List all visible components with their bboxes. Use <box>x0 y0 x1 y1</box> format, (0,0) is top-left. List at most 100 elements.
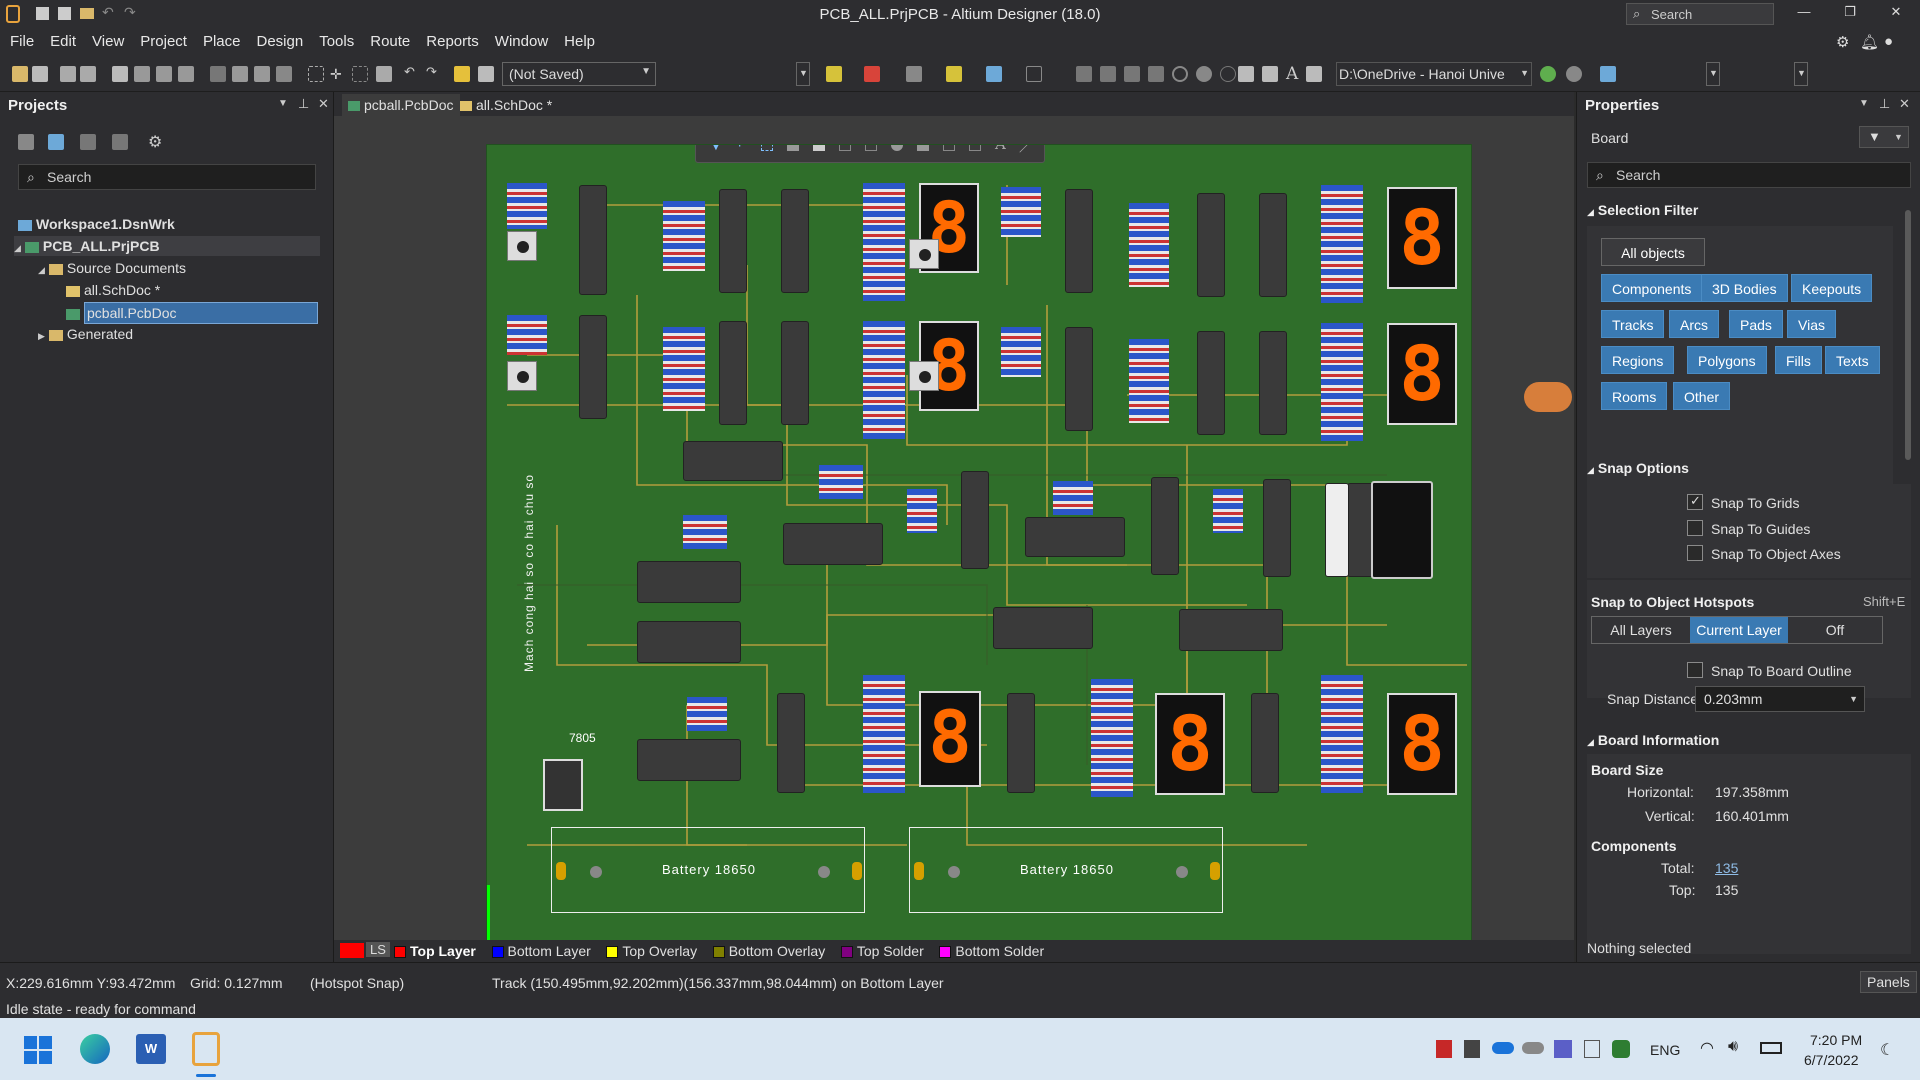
ic-dip[interactable] <box>783 523 883 565</box>
resistor-array[interactable] <box>507 315 547 355</box>
resistor-array[interactable] <box>663 327 705 411</box>
ic-dip[interactable] <box>719 189 747 293</box>
save-project-icon[interactable] <box>18 134 34 150</box>
menu-edit[interactable]: Edit <box>42 28 84 56</box>
ic-dip[interactable] <box>579 315 607 419</box>
filter-3d-bodies[interactable]: 3D Bodies <box>1701 274 1788 302</box>
filter-fills[interactable]: Fills <box>1775 346 1822 374</box>
seven-segment-display[interactable]: 8 <box>1387 693 1457 795</box>
diff-route-icon[interactable] <box>865 145 877 151</box>
resistor-array[interactable] <box>683 515 727 549</box>
layer-tab-top-layer[interactable]: Top Layer <box>390 940 482 962</box>
resistor-array[interactable] <box>1001 187 1041 237</box>
tree-workspace[interactable]: Workspace1.DsnWrk <box>18 214 175 234</box>
menu-tools[interactable]: Tools <box>311 28 362 56</box>
multi-route-icon[interactable] <box>1148 66 1164 82</box>
header-connector[interactable] <box>1371 481 1433 579</box>
deselect-icon[interactable] <box>352 66 368 82</box>
zoom-area-icon[interactable] <box>134 66 150 82</box>
ic-dip[interactable] <box>1263 479 1291 577</box>
ic-dip[interactable] <box>1151 477 1179 575</box>
filter-clear-icon[interactable] <box>376 66 392 82</box>
ic-dip[interactable] <box>637 739 741 781</box>
ic-dip[interactable] <box>1025 517 1125 557</box>
filter-rooms[interactable]: Rooms <box>1601 382 1668 410</box>
settings-gear-icon[interactable]: ⚙ <box>148 132 164 151</box>
ic-dip[interactable] <box>1197 193 1225 297</box>
language-indicator[interactable]: ENG <box>1650 1042 1680 1058</box>
menu-route[interactable]: Route <box>362 28 418 56</box>
add-icon[interactable]: + <box>735 145 744 153</box>
tab-pcball-pcbdoc[interactable]: pcball.PcbDoc <box>342 94 460 116</box>
filter-components[interactable]: Components <box>1601 274 1703 302</box>
resistor-array[interactable] <box>1129 203 1169 287</box>
text-tool-icon[interactable]: A <box>995 145 1006 153</box>
grid-icon[interactable] <box>1026 66 1042 82</box>
ic-dip[interactable] <box>719 321 747 425</box>
snap-board-outline-checkbox[interactable] <box>1687 662 1703 678</box>
windows-start-icon[interactable] <box>24 1036 52 1064</box>
tab-all-schdoc[interactable]: all.SchDoc * <box>454 94 558 116</box>
snap-options-title[interactable]: ◢ Snap Options <box>1587 460 1689 476</box>
string-icon[interactable]: A <box>1286 64 1302 84</box>
snap-to-object-axes-checkbox[interactable] <box>1687 545 1703 561</box>
component-tool-icon[interactable] <box>813 145 825 151</box>
compile-icon[interactable] <box>48 134 64 150</box>
project-options-icon[interactable] <box>80 134 96 150</box>
resistor-array[interactable] <box>1053 481 1093 515</box>
menu-place[interactable]: Place <box>195 28 249 56</box>
ic-dip[interactable] <box>777 693 805 793</box>
filter-pads[interactable]: Pads <box>1729 310 1783 338</box>
seven-segment-display[interactable]: 8 <box>1155 693 1225 795</box>
ic-dip[interactable] <box>781 189 809 293</box>
properties-scrollbar[interactable] <box>1905 210 1911 460</box>
projects-search-input[interactable]: ⌕ Search <box>18 164 316 190</box>
edge-browser-icon[interactable] <box>80 1034 110 1064</box>
pin-icon[interactable]: ⊥ <box>298 96 309 112</box>
resistor-array[interactable] <box>1213 489 1243 533</box>
open-project-icon[interactable] <box>112 134 128 150</box>
save-icon[interactable] <box>36 7 49 20</box>
layer-tab-top-solder[interactable]: Top Solder <box>837 940 930 962</box>
tree-generated[interactable]: ▶ Generated <box>38 324 133 344</box>
resistor-array[interactable] <box>1129 339 1169 423</box>
pad-icon[interactable] <box>1196 66 1212 82</box>
back-icon[interactable] <box>1540 66 1556 82</box>
seven-segment-display[interactable]: 8 <box>1387 323 1457 425</box>
toolbar-dropdown-a[interactable]: ▼ <box>1706 62 1720 86</box>
undo-toolbar-icon[interactable]: ↶ <box>404 64 420 80</box>
current-layer-swatch[interactable] <box>340 943 364 958</box>
notifications-icon[interactable]: 🔔︎ <box>1860 33 1879 51</box>
push-button[interactable] <box>909 239 939 269</box>
save-toolbar-icon[interactable] <box>32 66 48 82</box>
paste-icon[interactable] <box>254 66 270 82</box>
panel-close-icon[interactable]: ✕ <box>318 96 329 112</box>
menu-reports[interactable]: Reports <box>418 28 487 56</box>
resistor-array[interactable] <box>863 675 905 793</box>
battery-holder[interactable]: Battery 18650 <box>551 827 865 913</box>
resistor-array[interactable] <box>1321 675 1363 793</box>
ic-dip[interactable] <box>637 621 741 663</box>
tree-schdoc[interactable]: all.SchDoc * <box>66 280 160 300</box>
pcb-board[interactable]: ▼ + A ／ 8 8 8 8 8 8 8 <box>486 144 1472 952</box>
route-interactive-icon[interactable] <box>826 66 842 82</box>
resistor-array[interactable] <box>1091 679 1133 797</box>
resistor-array[interactable] <box>863 321 905 439</box>
rubber-stamp-icon[interactable] <box>276 66 292 82</box>
variants-icon[interactable] <box>478 66 494 82</box>
print-icon[interactable] <box>60 66 76 82</box>
ic-dip[interactable] <box>1259 331 1287 435</box>
filter-texts[interactable]: Texts <box>1825 346 1880 374</box>
layer-tab-bottom-overlay[interactable]: Bottom Overlay <box>709 940 831 962</box>
ic-dip[interactable] <box>1197 331 1225 435</box>
zoom-fit-icon[interactable] <box>112 66 128 82</box>
select-rect-icon[interactable] <box>761 145 773 151</box>
ic-dip[interactable] <box>637 561 741 603</box>
menu-project[interactable]: Project <box>132 28 195 56</box>
volume-icon[interactable]: 🔊︎ <box>1728 1038 1738 1056</box>
align-icon[interactable] <box>864 66 880 82</box>
print-preview-icon[interactable] <box>80 66 96 82</box>
filter-arcs[interactable]: Arcs <box>1669 310 1719 338</box>
defender-icon[interactable] <box>1612 1040 1630 1058</box>
close-button[interactable]: ✕ <box>1882 4 1910 20</box>
